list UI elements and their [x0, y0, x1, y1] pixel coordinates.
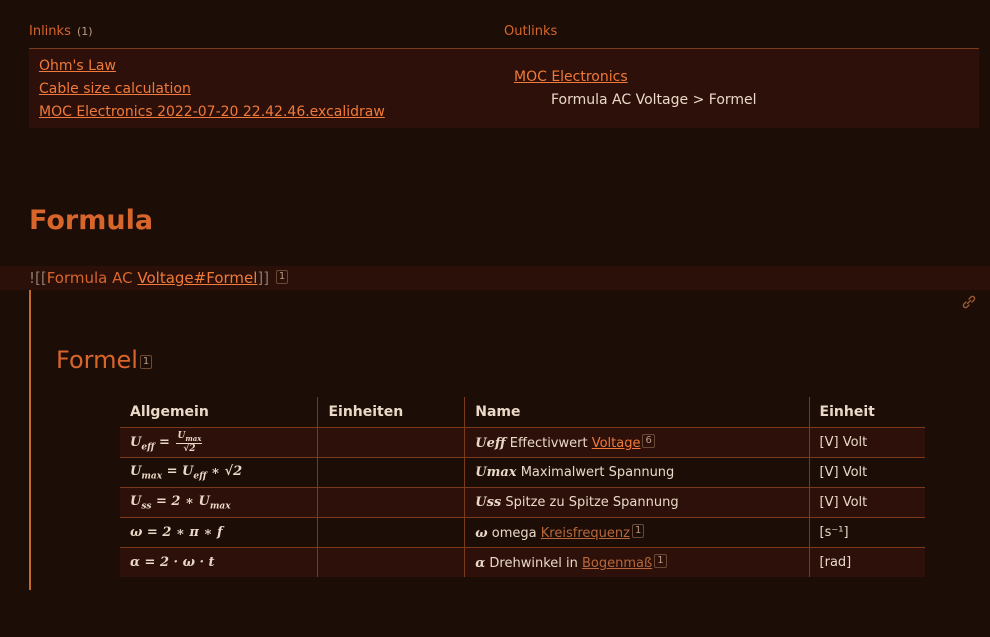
col-einheiten: Einheiten [317, 397, 465, 428]
table-row: ω = 2 ∗ π ∗ f ω omega Kreisfrequenz 1 [s⁻… [120, 517, 925, 548]
units-cell [317, 517, 465, 548]
link-icon[interactable] [961, 294, 977, 314]
heading-count-badge: 1 [139, 355, 153, 369]
name-link[interactable]: Voltage [592, 436, 641, 451]
unit-cell: [s⁻¹] [808, 517, 925, 548]
formula-cell: α = 2 · ω · t [120, 547, 318, 577]
name-link[interactable]: Kreisfrequenz [541, 526, 630, 541]
name-text: omega [491, 526, 537, 541]
table-row: Ueff = Umax √2 Ueff Effectivwert Voltage 6… [120, 427, 925, 458]
panel-body: Ohm's Law Cable size calculation MOC Ele… [29, 49, 979, 128]
embed-link-part1[interactable]: Formula AC [47, 269, 138, 287]
link-panels: Inlinks (1) Outlinks Ohm's Law Cable siz… [29, 24, 979, 128]
unit-cell: [V] Volt [808, 427, 925, 458]
col-allgemein: Allgemein [130, 404, 209, 420]
name-text: Drehwinkel in [489, 556, 578, 571]
outlink-item[interactable]: MOC Electronics [514, 69, 628, 85]
name-symbol: α [475, 556, 486, 571]
embed-heading: Formel 1 [56, 346, 153, 374]
formula-table: Allgemein Einheiten Name Einheit Ueff = … [120, 397, 925, 577]
name-text: Effectivwert [509, 436, 588, 451]
embed-block: Formel 1 Allgemein Einheiten Name Einheit… [29, 290, 981, 590]
count-badge: 1 [654, 554, 667, 568]
name-symbol: Ueff [475, 436, 506, 451]
unit-cell: [rad] [808, 547, 925, 577]
inlinks-title: Inlinks [29, 24, 71, 39]
col-name: Name [464, 397, 810, 428]
unit-cell: [V] Volt [808, 487, 925, 518]
name-cell: Uss Spitze zu Spitze Spannung [464, 487, 810, 518]
name-cell: α Drehwinkel in Bogenmaß 1 [464, 547, 810, 577]
units-cell [317, 457, 465, 488]
formula-cell: ω = 2 ∗ π ∗ f [120, 517, 318, 548]
outlinks-list: MOC Electronics Formula AC Voltage > For… [504, 55, 979, 124]
table-row: Uss = 2 ∗ Umax Uss Spitze zu Spitze Span… [120, 487, 925, 518]
embed-link-part2[interactable]: Voltage#Formel [137, 269, 257, 287]
name-cell: Ueff Effectivwert Voltage 6 [464, 427, 810, 458]
name-cell: ω omega Kreisfrequenz 1 [464, 517, 810, 548]
formula-cell: Umax = Ueff ∗ √2 [120, 457, 318, 488]
units-cell [317, 427, 465, 458]
name-symbol: ω [475, 526, 488, 541]
formula-cell: Uss = 2 ∗ Umax [120, 487, 318, 518]
embed-heading-text: Formel [56, 346, 138, 374]
embed-prefix: ![[ [29, 269, 47, 287]
outlink-subitem[interactable]: Formula AC Voltage > Formel [514, 89, 979, 112]
page-heading: Formula [29, 205, 154, 236]
embed-suffix: ]] [257, 269, 270, 287]
units-cell [317, 487, 465, 518]
units-cell [317, 547, 465, 577]
name-text: Spitze zu Spitze Spannung [505, 495, 679, 510]
col-einheit: Einheit [808, 397, 925, 428]
table-header-row: Allgemein Einheiten Name Einheit [120, 397, 925, 428]
name-cell: Umax Maximalwert Spannung [464, 457, 810, 488]
name-symbol: Umax [475, 465, 517, 480]
inlink-item[interactable]: Ohm's Law [39, 58, 116, 74]
inlinks-header[interactable]: Inlinks (1) [29, 24, 504, 39]
inlinks-count: (1) [76, 25, 93, 38]
table-row: Umax = Ueff ∗ √2 Umax Maximalwert Spannu… [120, 457, 925, 488]
inlink-item[interactable]: MOC Electronics 2022-07-20 22.42.46.exca… [39, 104, 385, 120]
embed-source-line[interactable]: ![[Formula AC Voltage#Formel]] 1 [0, 266, 990, 290]
outlinks-title: Outlinks [504, 24, 558, 39]
table-row: α = 2 · ω · t α Drehwinkel in Bogenmaß 1 … [120, 547, 925, 577]
panel-header: Inlinks (1) Outlinks [29, 24, 979, 49]
name-link[interactable]: Bogenmaß [582, 556, 652, 571]
embed-count-badge: 1 [275, 270, 289, 284]
inlinks-list: Ohm's Law Cable size calculation MOC Ele… [29, 55, 504, 124]
formula-cell: Ueff = Umax √2 [120, 427, 318, 458]
count-badge: 1 [631, 524, 645, 538]
name-symbol: Uss [475, 495, 502, 510]
inlink-item[interactable]: Cable size calculation [39, 81, 191, 97]
outlinks-header[interactable]: Outlinks [504, 24, 979, 39]
name-text: Maximalwert Spannung [520, 465, 675, 480]
unit-cell: [V] Volt [808, 457, 925, 488]
count-badge: 6 [642, 434, 655, 448]
